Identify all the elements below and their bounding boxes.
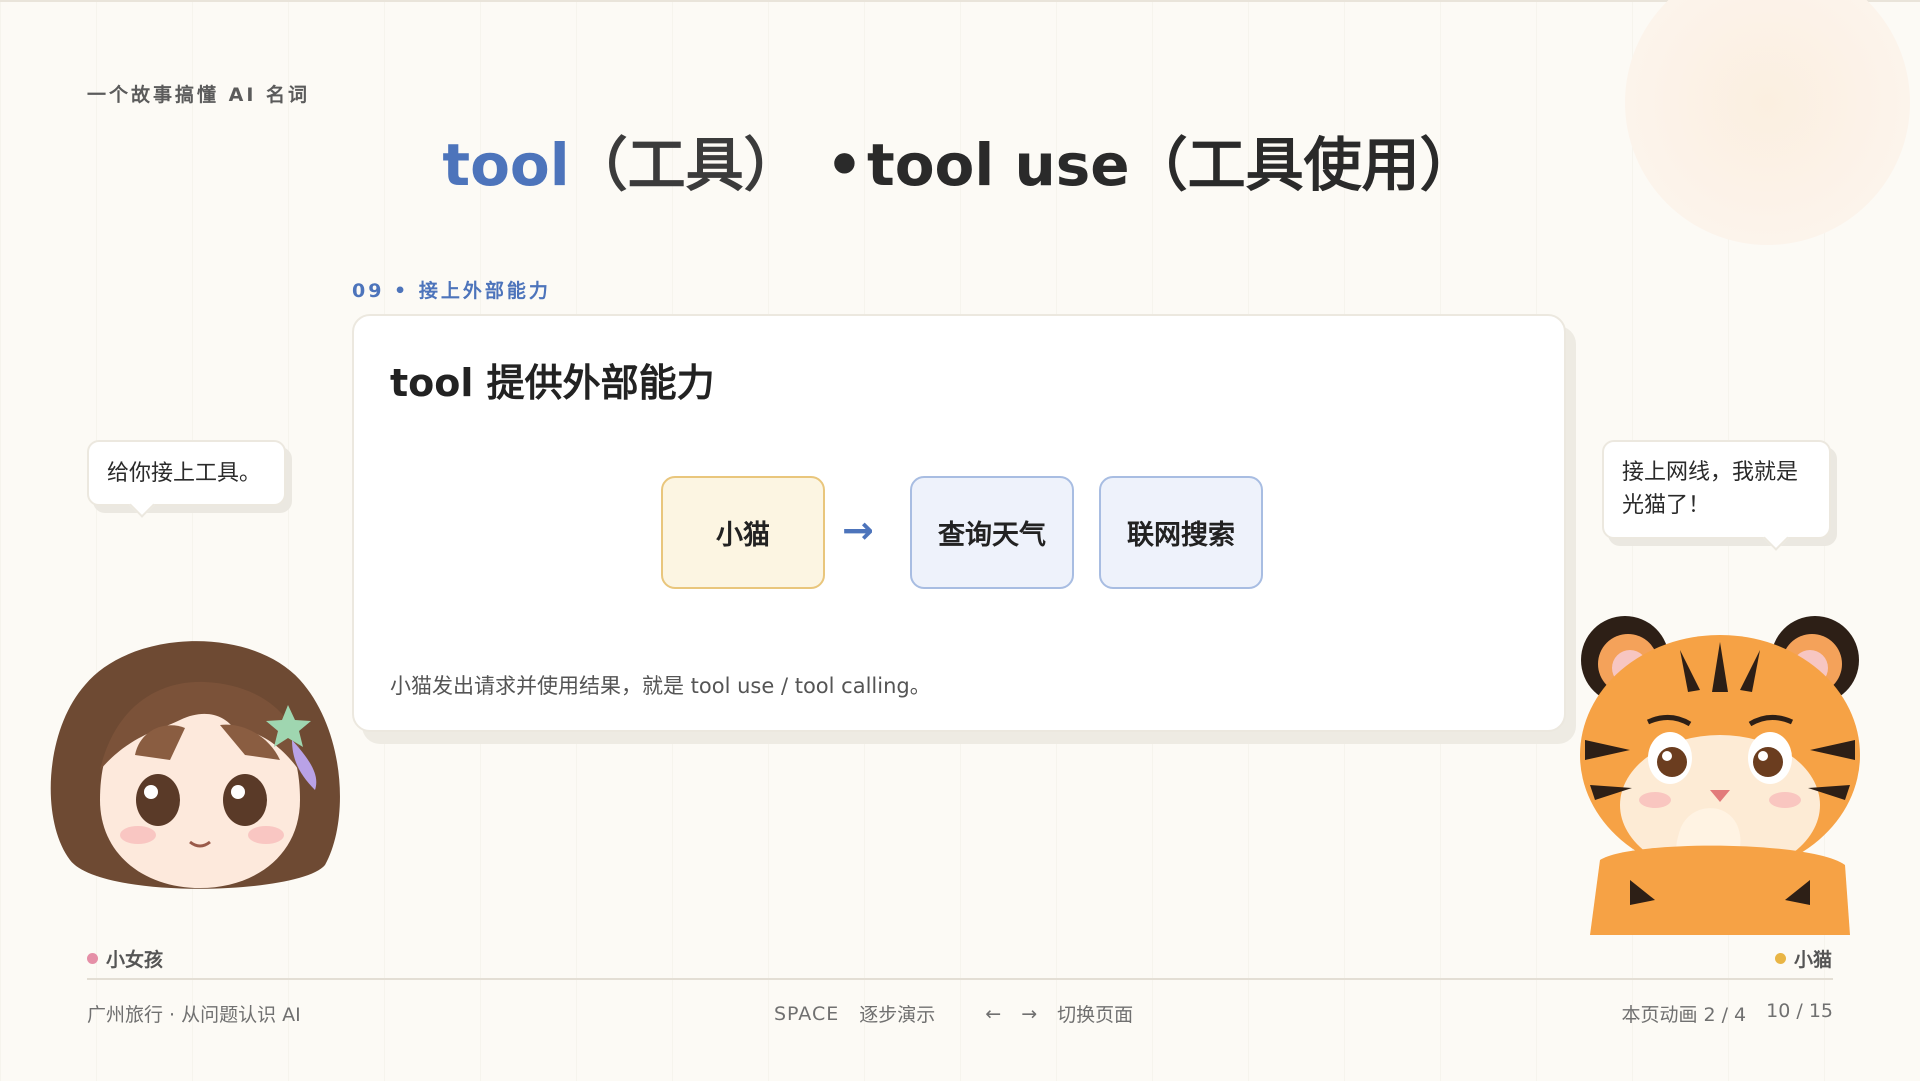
bubble-tail: [1763, 525, 1789, 551]
bubble-girl-text: 给你接上工具。: [107, 461, 262, 486]
title-accent: tool: [442, 131, 570, 199]
footer-deck-title: 广州旅行 · 从问题认识 AI: [87, 1004, 301, 1026]
space-key-hint: SPACE: [774, 1002, 840, 1025]
title-dot: •: [825, 131, 863, 199]
top-rule: [0, 0, 1920, 2]
girl-name: 小女孩: [106, 949, 164, 971]
flow-node-weather: 查询天气: [910, 476, 1074, 589]
flow-node-cat: 小猫: [661, 476, 825, 589]
arrow-action-hint: 切换页面: [1057, 1004, 1134, 1026]
page-counter: 10 / 15: [1766, 1000, 1833, 1022]
arrow-right-icon[interactable]: →: [1021, 1003, 1037, 1025]
speech-bubble-girl: 给你接上工具。: [87, 440, 286, 518]
flow-diagram: 小猫 → 查询天气 联网搜索: [354, 476, 1564, 592]
tiger-cat-avatar-icon: [1580, 616, 1860, 935]
eyebrow-text: 一个故事搞懂 AI 名词: [87, 84, 311, 106]
section-label: 09 • 接上外部能力: [352, 280, 551, 302]
title-part2: tool use（工具使用）: [866, 131, 1478, 199]
character-label-cat: 小猫: [1774, 945, 1832, 972]
content-card: tool 提供外部能力 小猫 → 查询天气 联网搜索 小猫发出请求并使用结果，就…: [352, 314, 1566, 732]
footer-shortcuts: SPACE 逐步演示 ← → 切换页面: [774, 1000, 1133, 1027]
character-label-girl: 小女孩: [87, 945, 163, 972]
footer-divider: [87, 978, 1833, 980]
page-title: tool（工具） •tool use（工具使用）: [0, 118, 1920, 202]
bubble-tail: [129, 492, 155, 518]
bubble-cat-line1: 接上网线，我就是: [1622, 460, 1799, 485]
flow-node-search: 联网搜索: [1099, 476, 1263, 589]
girl-avatar-icon: [50, 641, 340, 889]
arrow-right-icon: →: [842, 508, 874, 552]
footer-progress: 本页动画 2 / 4 10 / 15: [1621, 1000, 1833, 1027]
card-caption: 小猫发出请求并使用结果，就是 tool use / tool calling。: [390, 674, 931, 698]
animation-progress: 本页动画 2 / 4: [1621, 1004, 1747, 1026]
space-action-hint: 逐步演示: [859, 1004, 936, 1026]
title-part1: （工具）: [569, 131, 802, 199]
arrow-left-icon[interactable]: ←: [985, 1003, 1001, 1025]
card-title: tool 提供外部能力: [390, 361, 715, 405]
speech-bubble-cat: 接上网线，我就是 光猫了！: [1602, 440, 1831, 551]
cat-dot-icon: [1774, 953, 1786, 964]
cat-name: 小猫: [1793, 949, 1832, 971]
girl-dot-icon: [87, 953, 98, 964]
bubble-cat-line2: 光猫了！: [1622, 493, 1711, 518]
